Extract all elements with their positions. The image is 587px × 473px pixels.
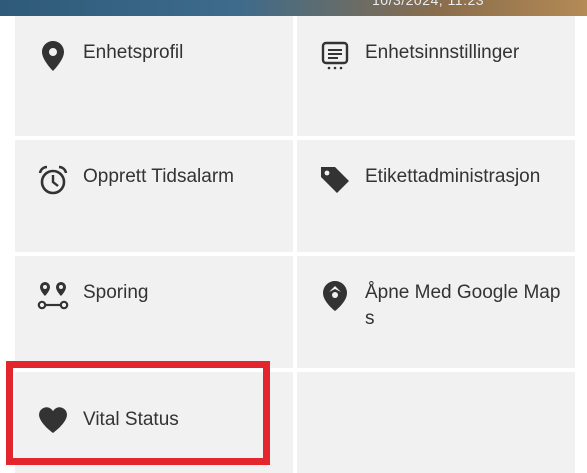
tile-open-google-maps[interactable]: Åpne Med Google Maps <box>297 256 575 368</box>
tile-label: Enhetsinnstillinger <box>365 42 520 63</box>
tile-create-time-alarm[interactable]: Opprett Tidsalarm <box>15 140 293 252</box>
tile-label: Sporing <box>83 282 149 303</box>
heart-icon <box>37 404 69 436</box>
tile-empty <box>297 372 575 473</box>
tile-device-settings[interactable]: Enhetsinnstillinger <box>297 16 575 136</box>
tile-label: Åpne Med Google Maps <box>365 282 561 329</box>
settings-panel-icon <box>319 40 351 72</box>
tag-icon <box>319 164 351 196</box>
route-tracking-icon <box>37 280 69 312</box>
tile-label: Etikettadministrasjon <box>365 166 541 187</box>
top-image-strip: 10/3/2024, 11:23 <box>0 0 587 16</box>
tile-device-profile[interactable]: Enhetsprofil <box>15 16 293 136</box>
tile-tracking[interactable]: Sporing <box>15 256 293 368</box>
tile-label-management[interactable]: Etikettadministrasjon <box>297 140 575 252</box>
alarm-clock-icon <box>37 164 69 196</box>
tile-vital-status[interactable]: Vital Status <box>15 372 293 473</box>
tile-label: Opprett Tidsalarm <box>83 166 234 187</box>
tile-label: Enhetsprofil <box>83 42 184 63</box>
header-partial-text: 10/3/2024, 11:23 <box>372 0 485 8</box>
map-pin-icon <box>319 280 351 312</box>
tile-label: Vital Status <box>83 409 179 430</box>
location-pin-icon <box>37 40 69 72</box>
device-menu-grid: Enhetsprofil Enhetsinnstillinger Opprett… <box>15 16 575 473</box>
